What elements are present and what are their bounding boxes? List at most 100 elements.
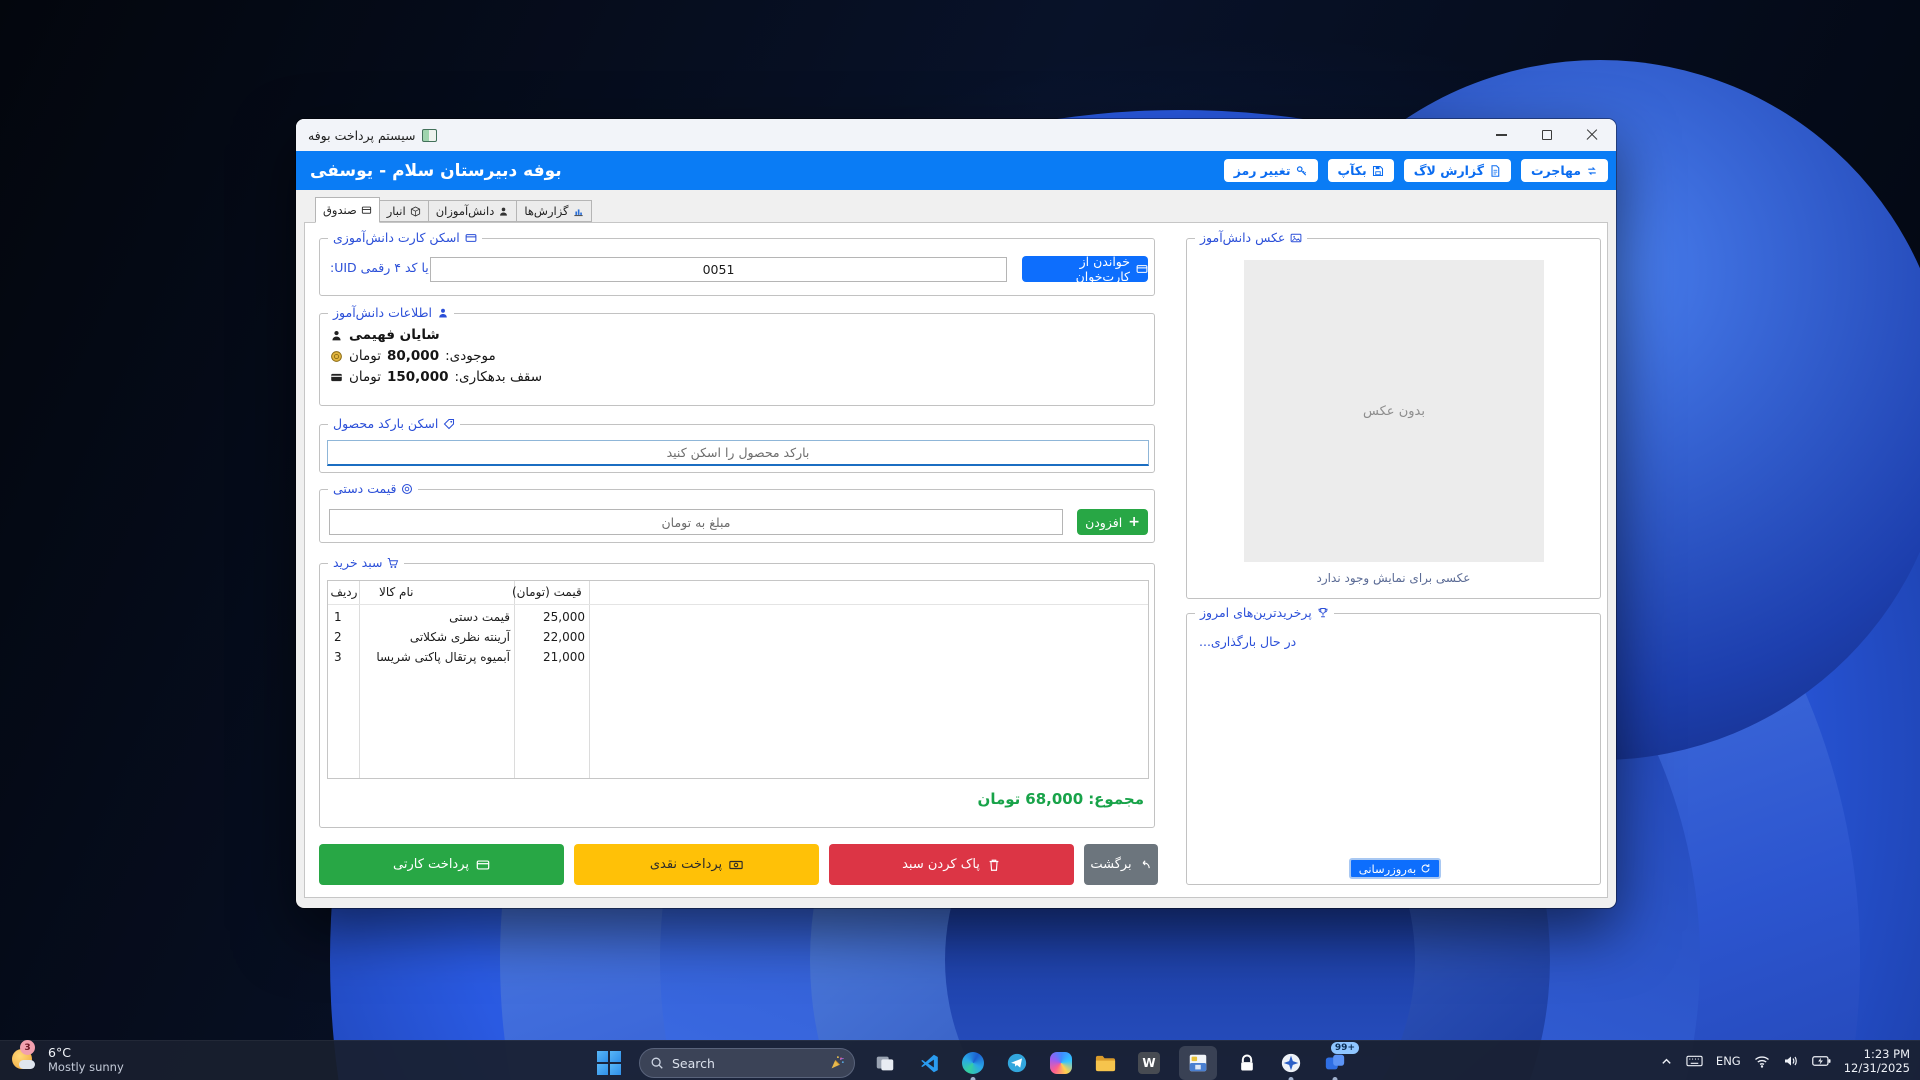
system-tray: ENG 1:23 PM 12/31/2025 [1660, 1041, 1910, 1080]
vscode-icon [919, 1053, 940, 1074]
total-unit: تومان [978, 790, 1021, 808]
row-price[interactable]: 22,000 [516, 630, 585, 644]
trophy-icon [1317, 607, 1329, 619]
app-header: بوفه دبیرستان سلام - یوسفی تغییر رمز بکآ… [296, 151, 1616, 190]
file-explorer-app[interactable] [1091, 1048, 1119, 1078]
plus-icon: + [1128, 516, 1140, 528]
weather-widget[interactable]: 3 6°C Mostly sunny [10, 1044, 124, 1074]
wifi-icon[interactable] [1754, 1055, 1770, 1068]
tab-inventory[interactable]: انبار [379, 200, 429, 222]
change-password-button[interactable]: تغییر رمز [1224, 159, 1318, 182]
document-icon [1489, 165, 1501, 177]
add-button[interactable]: + افزودن [1077, 509, 1148, 535]
button-label: خواندن از کارت‌خوان [1022, 254, 1130, 284]
start-button[interactable] [595, 1048, 623, 1078]
group-title-text: اسکن کارت دانش‌آموزی [333, 230, 460, 246]
refresh-button[interactable]: به‌روزرسانی [1349, 858, 1441, 879]
cart-table[interactable]: ردیف نام کالا قیمت (تومان) 1 قیمت دستی 2… [327, 580, 1149, 779]
chat-app[interactable]: 99+ [1321, 1048, 1349, 1078]
maximize-button[interactable] [1524, 119, 1569, 151]
buffet-app-taskbar-active[interactable] [1179, 1046, 1217, 1080]
tab-students[interactable]: دانش‌آموزان [428, 200, 518, 222]
minimize-button[interactable] [1479, 119, 1524, 151]
windows-logo-icon [597, 1051, 621, 1075]
row-name[interactable]: آرینته نظری شکلاتی [364, 630, 510, 644]
button-label: افزودن [1085, 515, 1122, 530]
clear-cart-button[interactable]: پاک کردن سبد [829, 844, 1074, 885]
lock-icon [1237, 1053, 1257, 1073]
word-app[interactable]: W [1135, 1048, 1163, 1078]
read-card-button[interactable]: خواندن از کارت‌خوان [1022, 256, 1148, 282]
back-button[interactable]: برگشت [1084, 844, 1158, 885]
card-payment-button[interactable]: پرداخت کارتی [319, 844, 564, 885]
row-index[interactable]: 2 [334, 630, 342, 644]
touch-keyboard-icon[interactable] [1686, 1054, 1703, 1068]
task-view-icon [874, 1052, 896, 1074]
task-view-button[interactable] [871, 1048, 899, 1078]
column-header-price[interactable]: قیمت (تومان) [512, 585, 585, 599]
weather-icon: 3 [10, 1044, 40, 1074]
migration-button[interactable]: مهاجرت [1521, 159, 1608, 182]
tab-cashbox[interactable]: صندوق [315, 197, 380, 223]
row-price[interactable]: 25,000 [516, 610, 585, 624]
telegram-icon [1006, 1052, 1028, 1074]
copilot-app[interactable] [1047, 1048, 1075, 1078]
button-label: برگشت [1090, 857, 1131, 872]
button-label: مهاجرت [1531, 163, 1581, 178]
row-name[interactable]: آبمیوه پرتقال پاکتی شریسا [364, 650, 510, 664]
migrate-icon [1586, 165, 1598, 177]
barcode-input[interactable] [327, 440, 1149, 466]
manual-price-input[interactable] [329, 509, 1063, 535]
app-header-title: بوفه دبیرستان سلام - یوسفی [310, 161, 562, 181]
button-label: به‌روزرسانی [1359, 862, 1417, 876]
row-index[interactable]: 3 [334, 650, 342, 664]
column-header-name[interactable]: نام کالا [379, 585, 413, 599]
no-photo-text: بدون عکس [1363, 404, 1425, 419]
copilot-icon [1050, 1052, 1072, 1074]
chevron-up-icon[interactable] [1660, 1055, 1673, 1068]
edge-browser-app[interactable] [959, 1048, 987, 1078]
search-box[interactable]: Search [639, 1048, 855, 1078]
tab-reports[interactable]: گزارش‌ها [516, 200, 591, 222]
button-label: پرداخت نقدی [650, 857, 722, 872]
weather-temperature: 6°C [48, 1045, 124, 1060]
trash-icon [987, 858, 1001, 872]
vscode-app[interactable] [915, 1048, 943, 1078]
star-app[interactable] [1277, 1048, 1305, 1078]
speaker-icon[interactable] [1783, 1054, 1799, 1068]
card-icon [465, 232, 477, 244]
lock-app[interactable] [1233, 1048, 1261, 1078]
cart-icon [387, 557, 399, 569]
cart-total: مجموع: 68,000 تومان [978, 790, 1144, 808]
refresh-icon [1420, 863, 1431, 874]
uid-input[interactable] [430, 257, 1007, 282]
grid-line [359, 581, 360, 778]
student-name: شایان فهیمی [349, 327, 440, 343]
time: 1:23 PM [1844, 1047, 1910, 1061]
card-scan-group-title: اسکن کارت دانش‌آموزی [328, 230, 482, 246]
telegram-app[interactable] [1003, 1048, 1031, 1078]
clock[interactable]: 1:23 PM 12/31/2025 [1844, 1047, 1910, 1075]
close-button[interactable] [1569, 119, 1614, 151]
row-index[interactable]: 1 [334, 610, 342, 624]
debt-unit: تومان [349, 369, 381, 385]
cloud-icon [19, 1060, 35, 1069]
debt-ceiling-line: سقف بدهکاری: 150,000 تومان [330, 369, 542, 385]
card-scan-group: اسکن کارت دانش‌آموزی یا کد ۴ رقمی UID: خ… [319, 238, 1155, 296]
log-report-button[interactable]: گزارش لاگ [1404, 159, 1511, 182]
undo-icon [1139, 858, 1152, 871]
button-label: گزارش لاگ [1414, 163, 1484, 178]
backup-button[interactable]: بکآپ [1328, 159, 1394, 182]
column-header-index[interactable]: ردیف [330, 585, 358, 599]
group-title-text: پرخریدترین‌های امروز [1200, 605, 1312, 621]
row-name[interactable]: قیمت دستی [364, 610, 510, 624]
language-indicator[interactable]: ENG [1716, 1054, 1741, 1068]
group-title-text: قیمت دستی [333, 481, 396, 497]
grid-line [514, 581, 515, 778]
tab-strip: صندوق انبار دانش‌آموزان گزارش‌ها [316, 196, 592, 222]
cash-payment-button[interactable]: پرداخت نقدی [574, 844, 819, 885]
photo-icon [1290, 232, 1302, 244]
person-icon [437, 307, 449, 319]
row-price[interactable]: 21,000 [516, 650, 585, 664]
battery-charging-icon[interactable] [1812, 1055, 1831, 1067]
